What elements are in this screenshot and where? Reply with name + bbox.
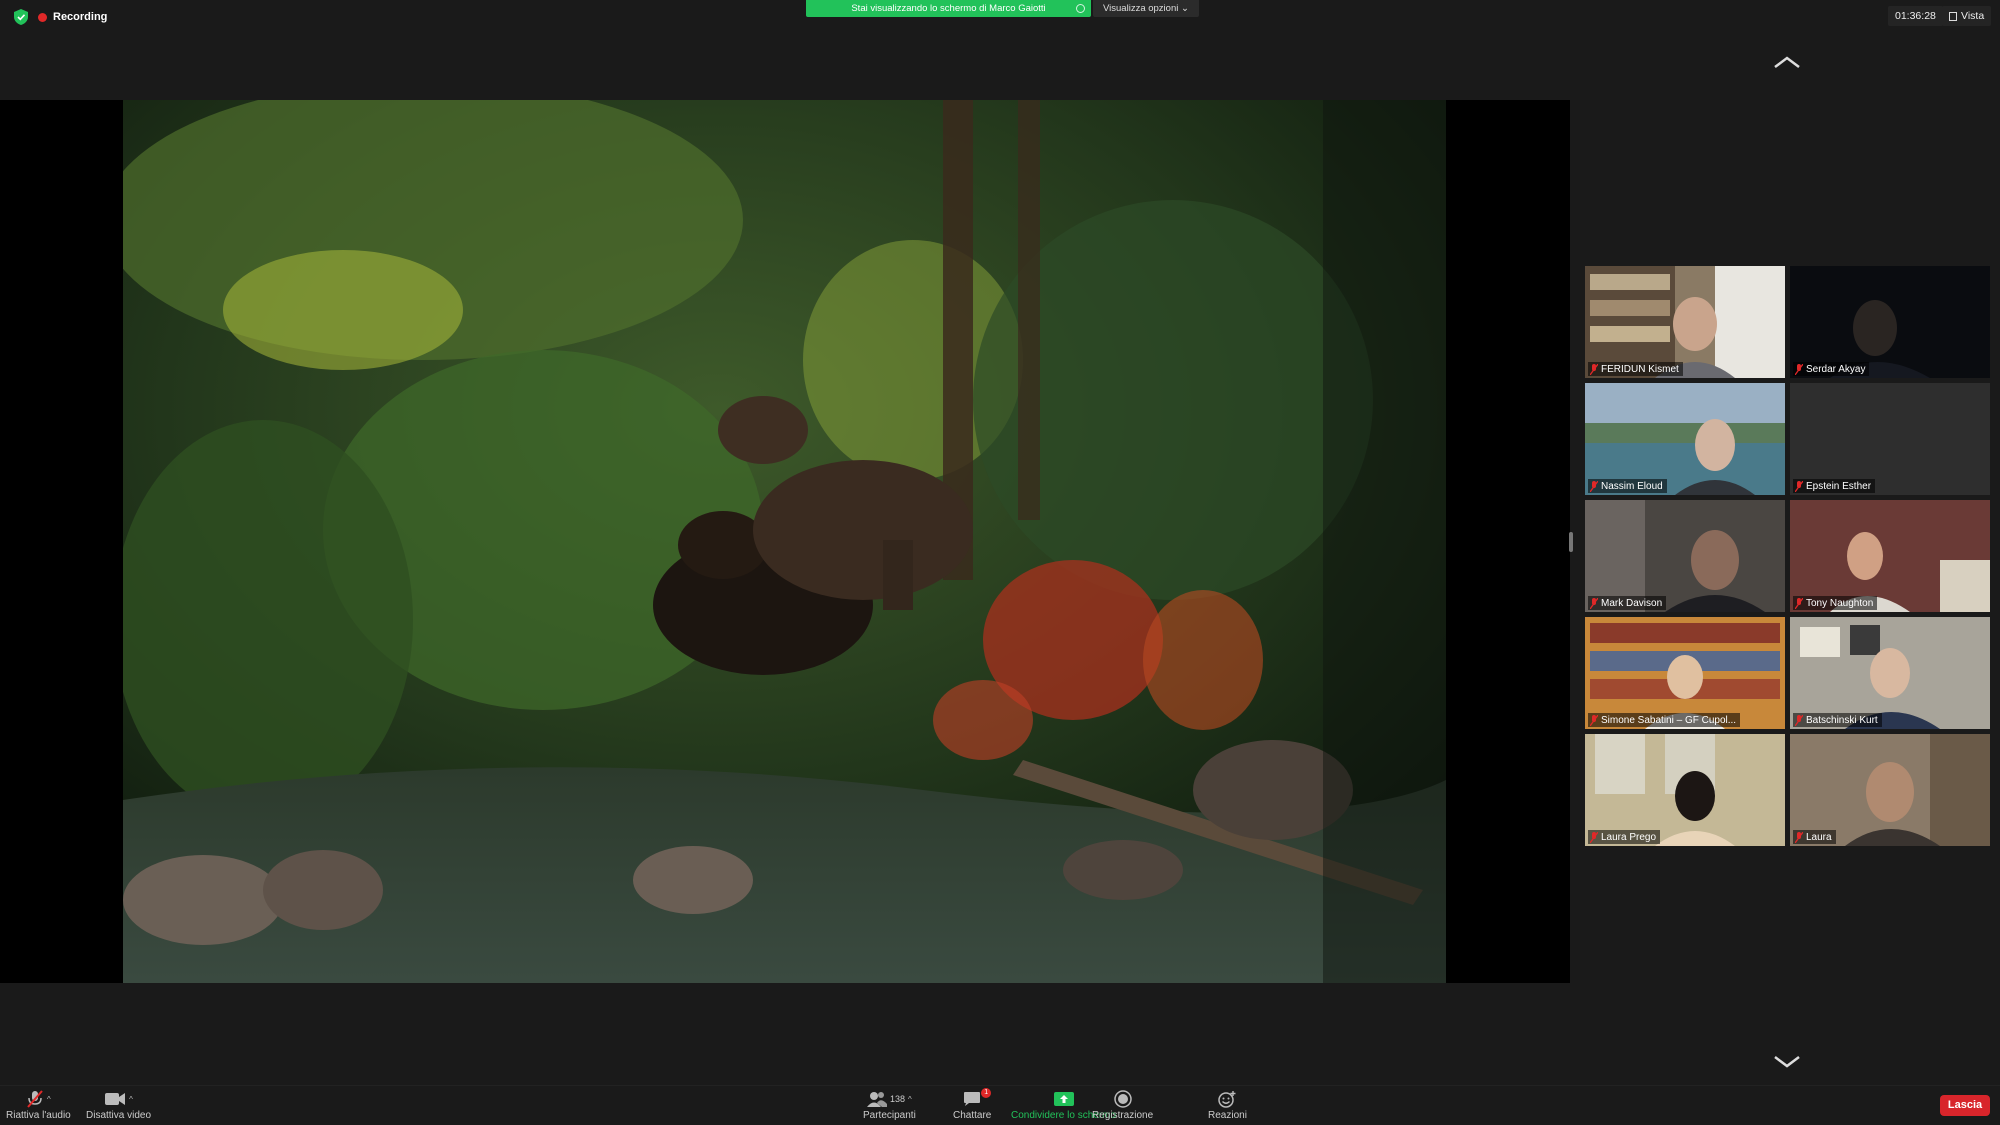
mic-off-icon: [1590, 363, 1598, 375]
view-button[interactable]: Vista: [1942, 6, 1992, 26]
unmute-button[interactable]: ^ Riattiva l'audio: [6, 1088, 71, 1125]
audio-options-caret[interactable]: ^: [47, 1095, 51, 1104]
leave-button[interactable]: Lascia: [1940, 1095, 1990, 1116]
participant-tile[interactable]: Tony Naughton: [1790, 500, 1990, 612]
participant-name-tag: Laura: [1793, 830, 1836, 844]
participant-name-tag: Laura Prego: [1588, 830, 1661, 844]
recording-indicator[interactable]: Recording: [38, 9, 107, 25]
mic-off-icon: [1590, 597, 1598, 609]
screen-share-banner: Stai visualizzando lo schermo di Marco G…: [806, 0, 1091, 17]
mic-off-icon: [1590, 480, 1598, 492]
participant-name: Laura Prego: [1601, 831, 1657, 843]
participant-name-tag: Mark Davison: [1588, 596, 1667, 610]
participant-name: Laura: [1806, 831, 1832, 843]
participant-tile[interactable]: Nassim Eloud: [1585, 383, 1785, 495]
top-bar: Recording Stai visualizzando lo schermo …: [0, 0, 2000, 34]
chat-button[interactable]: 1 Chattare: [953, 1088, 991, 1125]
participants-label: Partecipanti: [863, 1110, 916, 1121]
participants-count: 138: [890, 1094, 906, 1104]
recording-dot-icon: [38, 12, 47, 22]
share-banner-text: Stai visualizzando lo schermo di Marco G…: [851, 3, 1046, 14]
unmute-label: Riattiva l'audio: [6, 1110, 71, 1121]
split-resize-handle[interactable]: [1569, 532, 1573, 552]
shared-screen-area: [0, 100, 1570, 983]
chevron-down-icon[interactable]: [1772, 1053, 1802, 1071]
participant-name-tag: Tony Naughton: [1793, 596, 1878, 610]
share-status-icon: [1076, 4, 1085, 13]
participant-name-tag: Nassim Eloud: [1588, 479, 1667, 493]
participants-icon: [867, 1092, 887, 1107]
participant-name: FERIDUN Kismet: [1601, 363, 1679, 375]
shared-photo-bears: [123, 100, 1446, 983]
stop-video-label: Disattiva video: [86, 1110, 152, 1121]
participant-name-tag: Serdar Akyay: [1793, 362, 1870, 376]
reactions-button[interactable]: Reazioni: [1208, 1088, 1247, 1125]
participants-button[interactable]: 138 ^ Partecipanti: [863, 1088, 916, 1125]
view-options-button[interactable]: Visualizza opzioni ⌄: [1093, 0, 1199, 17]
participant-name: Simone Sabatini – GF Cupol...: [1601, 714, 1737, 726]
mic-off-icon: [1795, 363, 1803, 375]
participant-name: Mark Davison: [1601, 597, 1663, 609]
view-label: Vista: [1961, 10, 1985, 22]
mic-off-icon: [1795, 480, 1803, 492]
video-camera-icon: [105, 1093, 126, 1105]
grid-view-icon: [1949, 11, 1957, 21]
record-button[interactable]: Registrazione: [1092, 1088, 1153, 1125]
participant-name: Nassim Eloud: [1601, 480, 1663, 492]
participant-tile[interactable]: Laura: [1790, 734, 1990, 846]
recording-label: Recording: [53, 11, 108, 23]
participant-tile[interactable]: FERIDUN Kismet: [1585, 266, 1785, 378]
chevron-up-icon[interactable]: [1772, 53, 1802, 71]
record-label: Registrazione: [1092, 1110, 1154, 1121]
participant-tile[interactable]: Mark Davison: [1585, 500, 1785, 612]
reactions-icon: [1218, 1091, 1236, 1108]
participant-name-tag: Batschinski Kurt: [1793, 713, 1882, 727]
participant-tile[interactable]: Laura Prego: [1585, 734, 1785, 846]
participant-tile[interactable]: Simone Sabatini – GF Cupol...: [1585, 617, 1785, 729]
chat-unread-badge: 1: [981, 1088, 992, 1098]
record-icon: [1113, 1090, 1132, 1108]
mic-off-icon: [1795, 831, 1803, 843]
participant-name-tag: FERIDUN Kismet: [1588, 362, 1683, 376]
participant-tile[interactable]: Batschinski Kurt: [1790, 617, 1990, 729]
share-screen-icon: [1053, 1092, 1074, 1106]
meeting-window: Recording Stai visualizzando lo schermo …: [0, 0, 2000, 1125]
participant-name: Epstein Esther: [1806, 480, 1872, 492]
mic-off-icon: [1590, 714, 1598, 726]
reactions-label: Reazioni: [1208, 1110, 1247, 1121]
meeting-toolbar: ^ Riattiva l'audio ^ Disattiva video 138…: [0, 1085, 2000, 1125]
participant-tile[interactable]: Serdar Akyay: [1790, 266, 1990, 378]
meeting-timer: 01:36:28: [1888, 6, 1943, 26]
participant-name-tag: Epstein Esther: [1793, 479, 1876, 493]
mic-off-icon: [1795, 714, 1803, 726]
participant-tile[interactable]: Epstein Esther: [1790, 383, 1990, 495]
mic-off-icon: [1795, 597, 1803, 609]
participant-name: Batschinski Kurt: [1806, 714, 1878, 726]
stop-video-button[interactable]: ^ Disattiva video: [86, 1088, 151, 1125]
participant-name: Serdar Akyay: [1806, 363, 1866, 375]
mic-off-icon: [1590, 831, 1598, 843]
participants-options-caret[interactable]: ^: [908, 1095, 912, 1104]
chat-label: Chattare: [953, 1110, 992, 1121]
mic-off-icon: [27, 1090, 43, 1108]
shield-icon[interactable]: [14, 9, 28, 25]
participant-name-tag: Simone Sabatini – GF Cupol...: [1588, 713, 1741, 727]
video-options-caret[interactable]: ^: [129, 1095, 133, 1104]
participant-name: Tony Naughton: [1806, 597, 1874, 609]
chat-icon: [964, 1092, 981, 1106]
